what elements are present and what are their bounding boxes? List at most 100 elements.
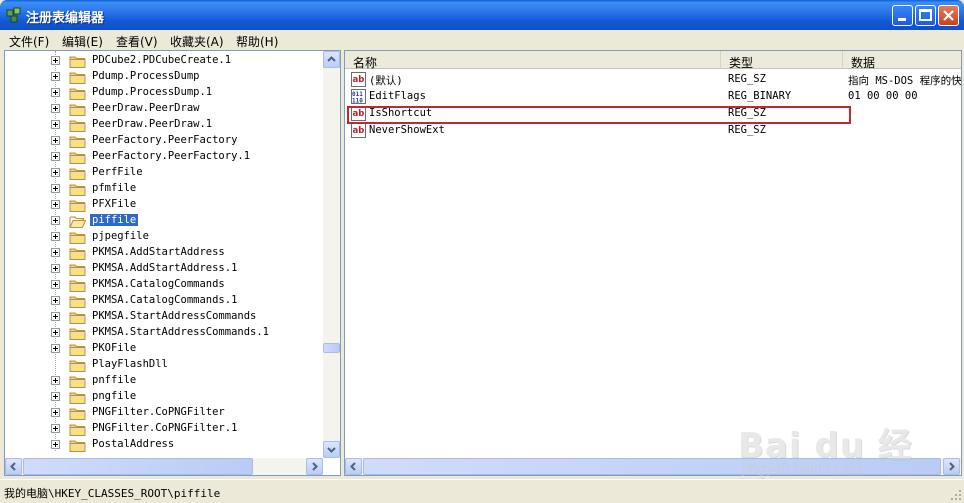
menu-edit[interactable]: 编辑(E)	[62, 33, 103, 50]
folder-icon	[69, 344, 86, 356]
expand-plus-icon[interactable]	[51, 152, 60, 161]
tree-item[interactable]: piffile	[5, 213, 323, 229]
column-header-data[interactable]: 数据	[843, 51, 961, 70]
expand-plus-icon[interactable]	[51, 136, 60, 145]
tree-item[interactable]: PFXFile	[5, 197, 323, 213]
registry-value-row[interactable]: ab NeverShowExt REG_SZ	[345, 122, 961, 139]
column-header-type[interactable]: 类型	[721, 51, 843, 70]
expand-plus-icon[interactable]	[51, 280, 60, 289]
expand-plus-icon[interactable]	[51, 200, 60, 209]
expand-plus-icon[interactable]	[51, 424, 60, 433]
resize-grip-icon[interactable]	[950, 489, 962, 501]
expand-plus-icon[interactable]	[51, 328, 60, 337]
tree-item[interactable]: PlayFlashDll	[5, 357, 323, 373]
expand-plus-icon[interactable]	[51, 232, 60, 241]
chevron-left-icon	[10, 462, 16, 471]
maximize-button[interactable]	[915, 5, 936, 26]
registry-value-row[interactable]: 011 110 EditFlags REG_BINARY 01 00 00 00	[345, 88, 961, 105]
tree-scroll-up-button[interactable]	[323, 51, 340, 68]
column-header-name[interactable]: 名称	[345, 51, 721, 70]
value-data: 指向 MS-DOS 程序的快	[848, 75, 962, 87]
tree-item[interactable]: Pdump.ProcessDump	[5, 69, 323, 85]
tree-item[interactable]: PeerDraw.PeerDraw.1	[5, 117, 323, 133]
tree-item[interactable]: PKMSA.CatalogCommands.1	[5, 293, 323, 309]
tree-item-label: PDCube2.PDCubeCreate.1	[92, 54, 232, 66]
registry-value-row[interactable]: ab (默认) REG_SZ 指向 MS-DOS 程序的快	[345, 71, 962, 88]
tree-item-label: pfmfile	[92, 182, 137, 194]
expand-plus-icon[interactable]	[51, 72, 60, 81]
tree-item[interactable]: PerfFile	[5, 165, 323, 181]
tree-item-label: PKMSA.AddStartAddress.1	[92, 262, 238, 274]
tree-scroll-down-button[interactable]	[323, 441, 340, 458]
expand-plus-icon[interactable]	[51, 56, 60, 65]
values-pane[interactable]: 名称 类型 数据 ab (默认) REG_SZ 指向 MS-DOS 程序的快 011 11…	[344, 50, 962, 476]
folder-icon	[69, 248, 86, 260]
chevron-up-icon	[327, 56, 336, 62]
tree-item[interactable]: PostalAddress	[5, 437, 323, 453]
tree-item[interactable]: PKMSA.CatalogCommands	[5, 277, 323, 293]
value-type: REG_SZ	[728, 124, 766, 136]
menu-view[interactable]: 查看(V)	[116, 33, 158, 50]
expand-plus-icon[interactable]	[51, 120, 60, 129]
tree-item[interactable]: Pdump.ProcessDump.1	[5, 85, 323, 101]
tree-item[interactable]: pjpegfile	[5, 229, 323, 245]
expand-plus-icon[interactable]	[51, 216, 60, 225]
maximize-icon	[919, 9, 932, 21]
values-scroll-left-button[interactable]	[345, 458, 362, 475]
tree-item[interactable]: PeerFactory.PeerFactory	[5, 133, 323, 149]
tree-item-label: piffile	[90, 214, 139, 226]
menu-help[interactable]: 帮助(H)	[236, 33, 278, 50]
menu-file[interactable]: 文件(F)	[9, 33, 49, 50]
tree-item[interactable]: PDCube2.PDCubeCreate.1	[5, 53, 323, 69]
tree-item-label: PeerDraw.PeerDraw	[92, 102, 200, 114]
expand-plus-icon[interactable]	[51, 312, 60, 321]
expand-plus-icon[interactable]	[51, 440, 60, 449]
expand-plus-icon[interactable]	[51, 376, 60, 385]
tree-item[interactable]: PKMSA.StartAddressCommands	[5, 309, 323, 325]
expand-plus-icon[interactable]	[51, 344, 60, 353]
tree-item-label: PFXFile	[92, 198, 137, 210]
values-scroll-right-button[interactable]	[943, 458, 960, 475]
tree-item[interactable]: PNGFilter.CoPNGFilter.1	[5, 421, 323, 437]
expand-plus-icon[interactable]	[51, 104, 60, 113]
menu-favorites[interactable]: 收藏夹(A)	[170, 33, 224, 50]
tree-item[interactable]: PKMSA.AddStartAddress	[5, 245, 323, 261]
tree-vertical-scrollbar[interactable]	[323, 51, 340, 458]
tree-pane[interactable]: PDCube2.PDCubeCreate.1 Pdump.ProcessDump P…	[4, 50, 341, 476]
tree-scroll-right-button[interactable]	[306, 458, 323, 475]
expand-plus-icon[interactable]	[51, 168, 60, 177]
watermark-url: jingyan.baidu.com	[742, 462, 862, 477]
tree-item[interactable]: pfmfile	[5, 181, 323, 197]
tree-item[interactable]: PNGFilter.CoPNGFilter	[5, 405, 323, 421]
folder-icon	[69, 152, 86, 164]
expand-plus-icon[interactable]	[51, 408, 60, 417]
tree-item[interactable]: PKMSA.AddStartAddress.1	[5, 261, 323, 277]
folder-icon	[69, 392, 86, 404]
close-icon	[943, 10, 954, 21]
folder-icon	[69, 312, 86, 324]
expand-plus-icon[interactable]	[51, 248, 60, 257]
close-button[interactable]	[938, 5, 959, 26]
folder-icon	[69, 296, 86, 308]
tree-item[interactable]: pnffile	[5, 373, 323, 389]
tree-item[interactable]: pngfile	[5, 389, 323, 405]
tree-hscroll-thumb[interactable]	[23, 458, 253, 475]
expand-plus-icon[interactable]	[51, 392, 60, 401]
minimize-button[interactable]	[892, 5, 913, 26]
expand-plus-icon[interactable]	[51, 296, 60, 305]
tree-item[interactable]: PeerDraw.PeerDraw	[5, 101, 323, 117]
expand-plus-icon[interactable]	[51, 264, 60, 273]
tree-item-label: PeerFactory.PeerFactory	[92, 134, 238, 146]
tree-item[interactable]: PKOFile	[5, 341, 323, 357]
tree-vscroll-thumb[interactable]	[323, 343, 340, 353]
tree-item[interactable]: PKMSA.StartAddressCommands.1	[5, 325, 323, 341]
expand-plus-icon[interactable]	[51, 184, 60, 193]
status-path: 我的电脑\HKEY_CLASSES_ROOT\piffile	[4, 487, 221, 500]
tree-item[interactable]: PeerFactory.PeerFactory.1	[5, 149, 323, 165]
expand-plus-icon[interactable]	[51, 88, 60, 97]
list-header: 名称 类型 数据	[345, 51, 961, 70]
title-bar[interactable]: 注册表编辑器	[0, 0, 964, 30]
tree-view[interactable]: PDCube2.PDCubeCreate.1 Pdump.ProcessDump P…	[5, 51, 323, 458]
tree-scroll-left-button[interactable]	[5, 458, 22, 475]
tree-horizontal-scrollbar[interactable]	[5, 458, 323, 475]
